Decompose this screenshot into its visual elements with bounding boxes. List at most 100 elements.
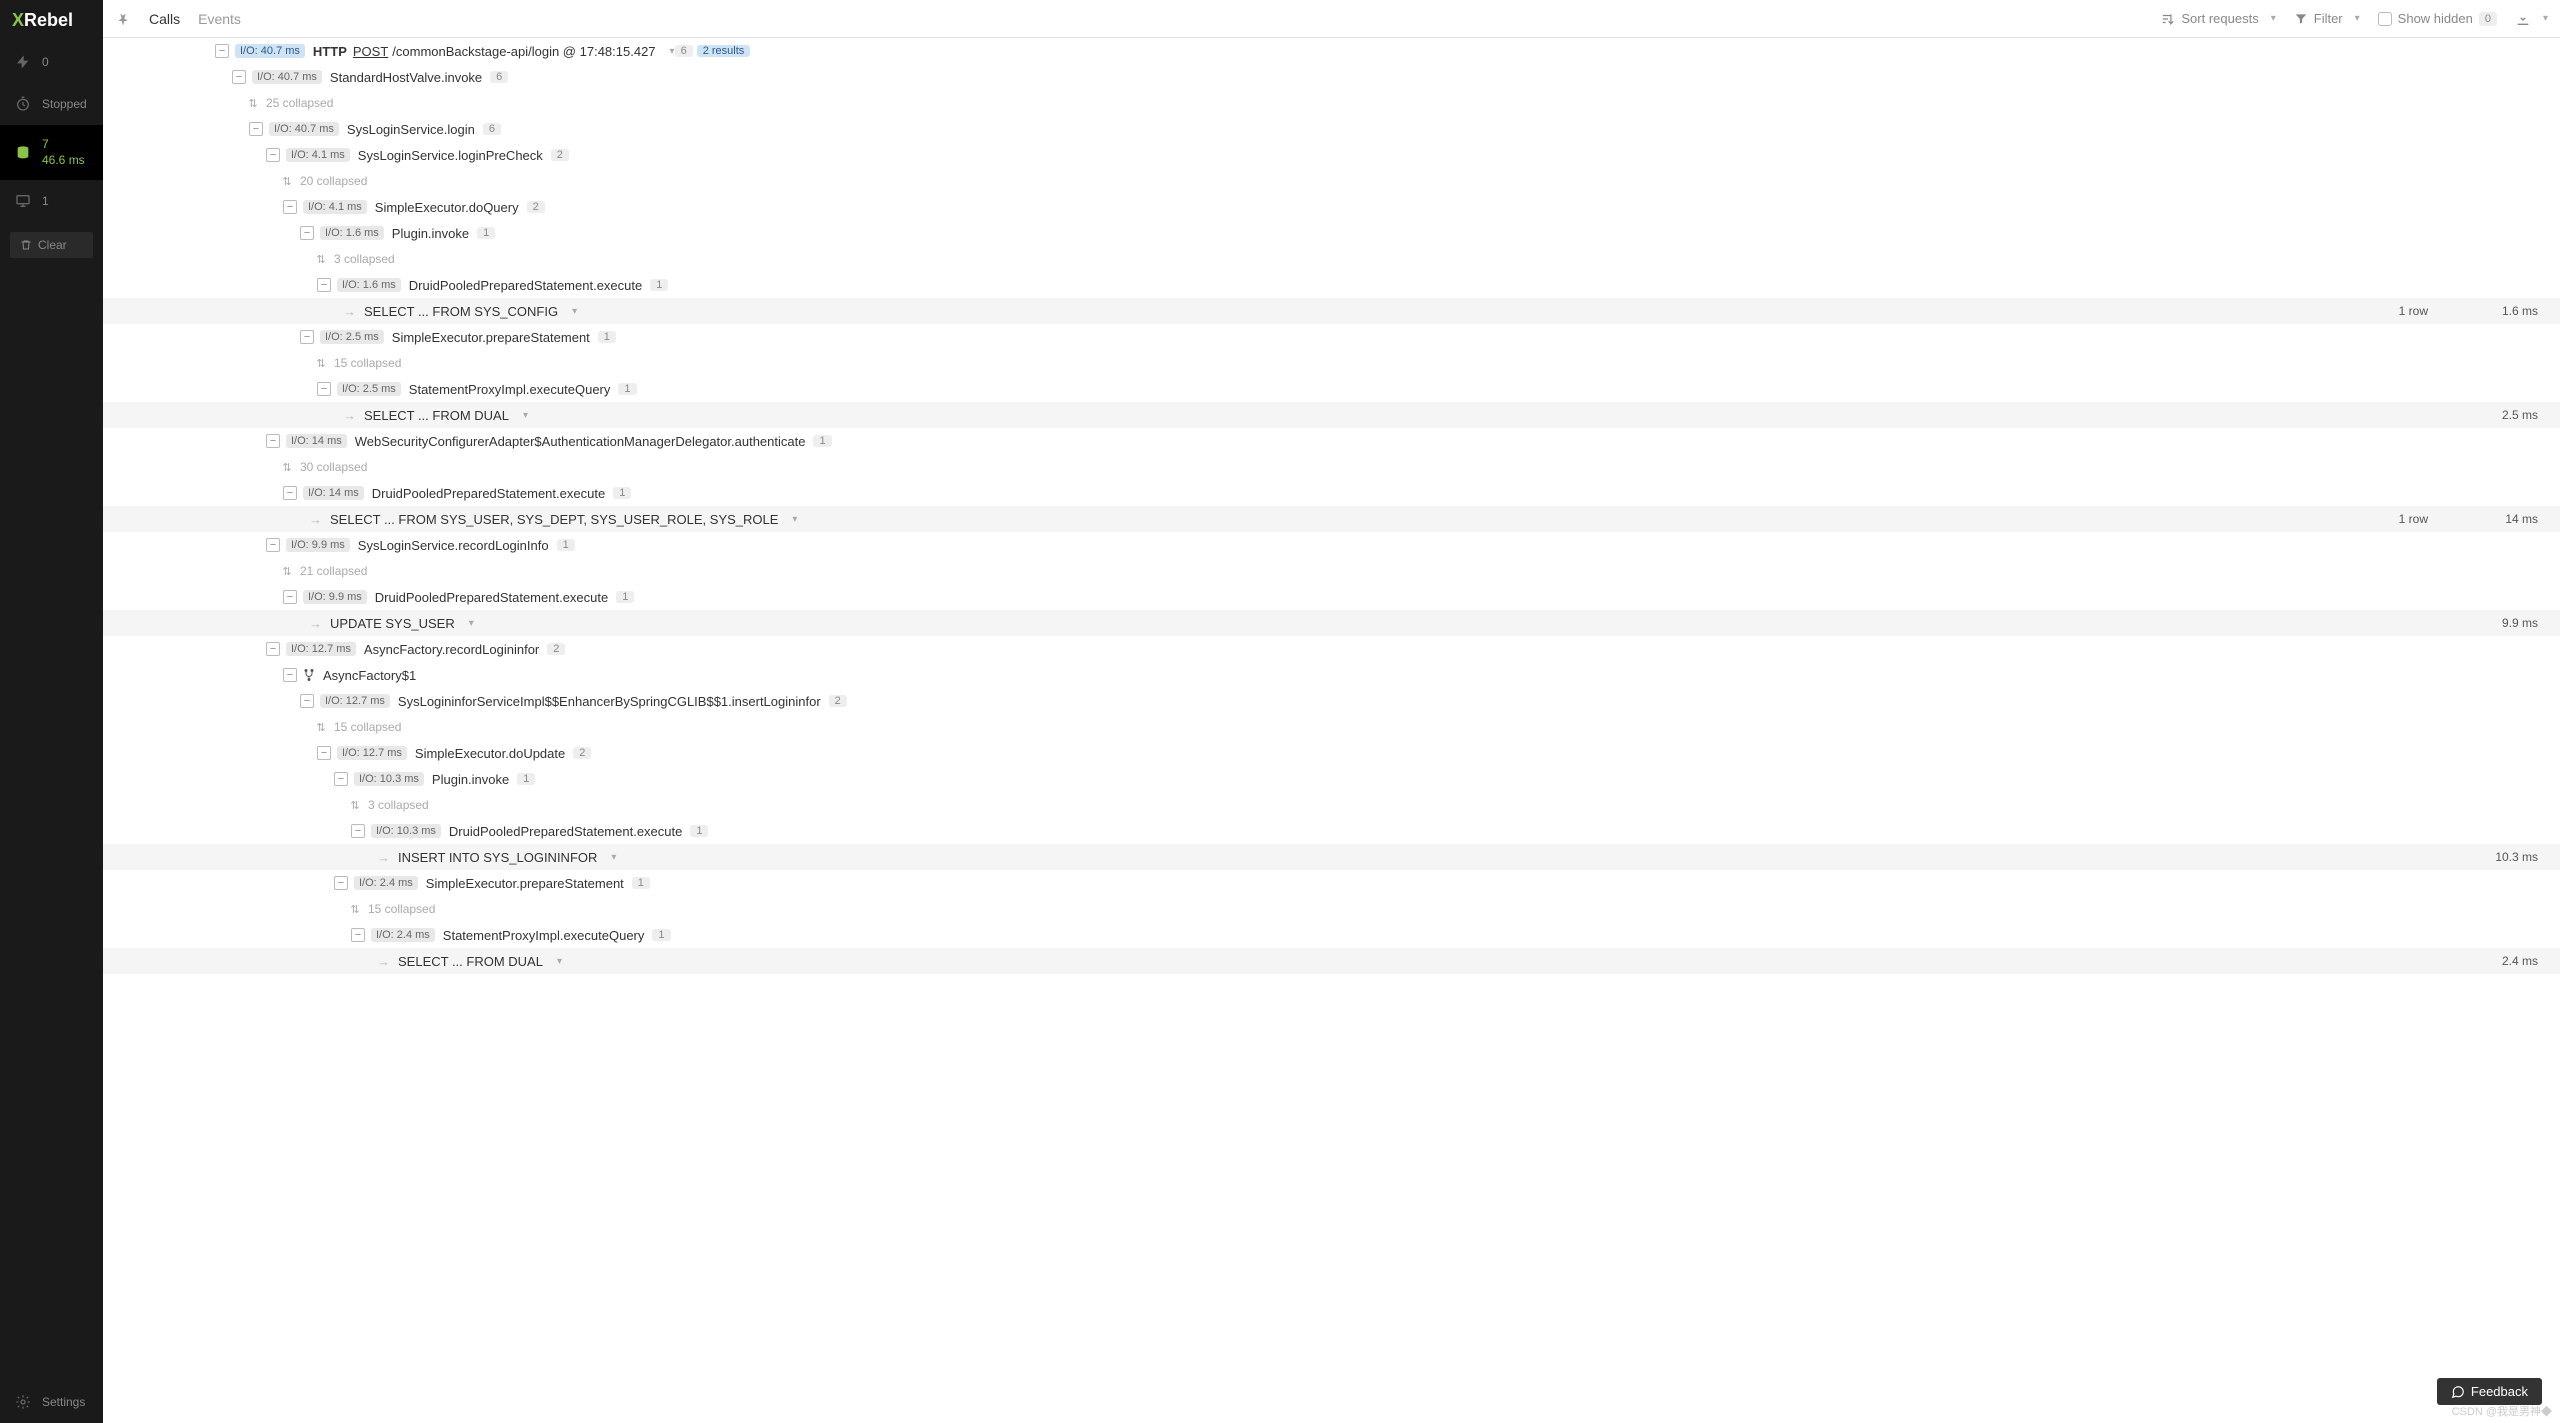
collapse-toggle[interactable]: − [283,200,297,214]
chevron-down-icon[interactable]: ▾ [670,46,675,57]
call-row[interactable]: −I/O: 10.3 msPlugin.invoke1 [103,766,2560,792]
fork-row[interactable]: −AsyncFactory$1 [103,662,2560,688]
tabs: Calls Events [149,11,241,27]
pin-icon[interactable] [115,11,131,27]
sort-button[interactable]: Sort requests ▾ [2161,11,2275,26]
io-badge: I/O: 4.1 ms [286,148,350,162]
collapsed-row[interactable]: ⇅15 collapsed [103,714,2560,740]
sql-row[interactable]: →SELECT ... FROM SYS_CONFIG▾1 row1.6 ms [103,298,2560,324]
call-row[interactable]: −I/O: 9.9 msDruidPooledPreparedStatement… [103,584,2560,610]
clear-button[interactable]: Clear [10,232,93,258]
sql-row[interactable]: →INSERT INTO SYS_LOGININFOR▾10.3 ms [103,844,2560,870]
collapsed-row[interactable]: ⇅15 collapsed [103,896,2560,922]
collapse-toggle[interactable]: − [300,694,314,708]
collapsed-row[interactable]: ⇅15 collapsed [103,350,2560,376]
chevron-down-icon[interactable]: ▾ [611,852,616,863]
chevron-down-icon[interactable]: ▾ [792,514,797,525]
collapse-toggle[interactable]: − [317,746,331,760]
collapsed-row[interactable]: ⇅20 collapsed [103,168,2560,194]
chevron-down-icon[interactable]: ▾ [523,410,528,421]
call-row[interactable]: −I/O: 12.7 msSimpleExecutor.doUpdate2 [103,740,2560,766]
chevron-down-icon[interactable]: ▾ [572,306,577,317]
sql-row[interactable]: →SELECT ... FROM DUAL▾2.5 ms [103,402,2560,428]
collapse-toggle[interactable]: − [283,486,297,500]
collapse-toggle[interactable]: − [266,642,280,656]
stopwatch-icon [14,95,32,113]
call-row[interactable]: −I/O: 2.5 msSimpleExecutor.prepareStatem… [103,324,2560,350]
time-value: 1.6 ms [2478,304,2538,318]
collapsed-icon[interactable]: ⇅ [280,461,294,474]
sql-row[interactable]: →SELECT ... FROM DUAL▾2.4 ms [103,948,2560,974]
collapse-toggle[interactable]: − [300,226,314,240]
collapse-toggle[interactable]: − [283,590,297,604]
collapsed-icon[interactable]: ⇅ [314,721,328,734]
call-row[interactable]: −I/O: 1.6 msPlugin.invoke1 [103,220,2560,246]
call-row[interactable]: −I/O: 1.6 msDruidPooledPreparedStatement… [103,272,2560,298]
chevron-down-icon[interactable]: ▾ [557,956,562,967]
collapse-toggle[interactable]: − [334,876,348,890]
tab-events[interactable]: Events [198,11,241,27]
collapse-toggle[interactable]: − [351,824,365,838]
collapse-toggle[interactable]: − [266,538,280,552]
topbar: Calls Events Sort requests ▾ Filter ▾ [103,0,2560,38]
sql-row[interactable]: →UPDATE SYS_USER▾9.9 ms [103,610,2560,636]
download-button[interactable]: ▾ [2515,11,2548,27]
collapsed-text: 3 collapsed [368,798,429,812]
collapsed-row[interactable]: ⇅21 collapsed [103,558,2560,584]
collapse-toggle[interactable]: − [266,148,280,162]
call-row[interactable]: −I/O: 4.1 msSimpleExecutor.doQuery2 [103,194,2560,220]
sidebar-item-stopped[interactable]: Stopped [0,83,103,125]
call-row[interactable]: −I/O: 40.7 msSysLoginService.login6 [103,116,2560,142]
collapsed-icon[interactable]: ⇅ [280,175,294,188]
collapsed-row[interactable]: ⇅ 3 collapsed [103,792,2560,818]
call-row[interactable]: −I/O: 14 msWebSecurityConfigurerAdapter$… [103,428,2560,454]
call-row[interactable]: −I/O: 4.1 msSysLoginService.loginPreChec… [103,142,2560,168]
collapsed-row[interactable]: ⇅30 collapsed [103,454,2560,480]
feedback-button[interactable]: Feedback [2437,1378,2542,1405]
call-row[interactable]: −I/O: 40.7 msHTTPPOST/commonBackstage-ap… [103,38,2560,64]
sidebar-item-settings[interactable]: Settings [0,1381,103,1423]
collapse-toggle[interactable]: − [266,434,280,448]
call-row[interactable]: −I/O: 12.7 msAsyncFactory.recordLogininf… [103,636,2560,662]
collapsed-icon[interactable]: ⇅ [314,253,328,266]
call-row[interactable]: −I/O: 9.9 msSysLoginService.recordLoginI… [103,532,2560,558]
collapse-toggle[interactable]: − [351,928,365,942]
io-badge: I/O: 1.6 ms [320,226,384,240]
collapse-toggle[interactable]: − [232,70,246,84]
main: Calls Events Sort requests ▾ Filter ▾ [103,0,2560,1423]
collapsed-row[interactable]: ⇅25 collapsed [103,90,2560,116]
collapse-toggle[interactable]: − [334,772,348,786]
count-badge: 1 [598,331,616,343]
logo-rest: Rebel [24,10,73,30]
collapsed-icon[interactable]: ⇅ [246,97,260,110]
collapsed-icon[interactable]: ⇅ [280,565,294,578]
call-row[interactable]: −I/O: 14 msDruidPooledPreparedStatement.… [103,480,2560,506]
call-row[interactable]: −I/O: 12.7 msSysLogininforServiceImpl$$E… [103,688,2560,714]
collapsed-row[interactable]: ⇅3 collapsed [103,246,2560,272]
tab-calls[interactable]: Calls [149,11,180,27]
collapse-toggle[interactable]: − [300,330,314,344]
show-hidden-toggle[interactable]: Show hidden 0 [2378,11,2497,26]
call-row[interactable]: −I/O: 40.7 msStandardHostValve.invoke6 [103,64,2560,90]
sidebar-item-monitor[interactable]: 1 [0,180,103,222]
collapsed-icon[interactable]: ⇅ [314,357,328,370]
hidden-count-badge: 0 [2479,12,2497,26]
call-row[interactable]: −I/O: 10.3 msDruidPooledPreparedStatemen… [103,818,2560,844]
collapsed-icon[interactable]: ⇅ [348,799,362,812]
sql-row[interactable]: →SELECT ... FROM SYS_USER, SYS_DEPT, SYS… [103,506,2560,532]
chevron-down-icon[interactable]: ▾ [469,618,474,629]
collapsed-icon[interactable]: ⇅ [348,903,362,916]
count-badge: 1 [650,279,668,291]
collapse-toggle[interactable]: − [215,44,229,58]
collapse-toggle[interactable]: − [249,122,263,136]
call-row[interactable]: −I/O: 2.4 msStatementProxyImpl.executeQu… [103,922,2560,948]
sql-text: SELECT ... FROM DUAL [364,408,509,423]
collapse-toggle[interactable]: − [317,278,331,292]
call-row[interactable]: −I/O: 2.4 msSimpleExecutor.prepareStatem… [103,870,2560,896]
filter-button[interactable]: Filter ▾ [2294,11,2360,26]
sidebar-item-database[interactable]: 7 46.6 ms [0,125,103,180]
collapse-toggle[interactable]: − [317,382,331,396]
collapse-toggle[interactable]: − [283,668,297,682]
call-row[interactable]: −I/O: 2.5 msStatementProxyImpl.executeQu… [103,376,2560,402]
sidebar-item-flash[interactable]: 0 [0,41,103,83]
